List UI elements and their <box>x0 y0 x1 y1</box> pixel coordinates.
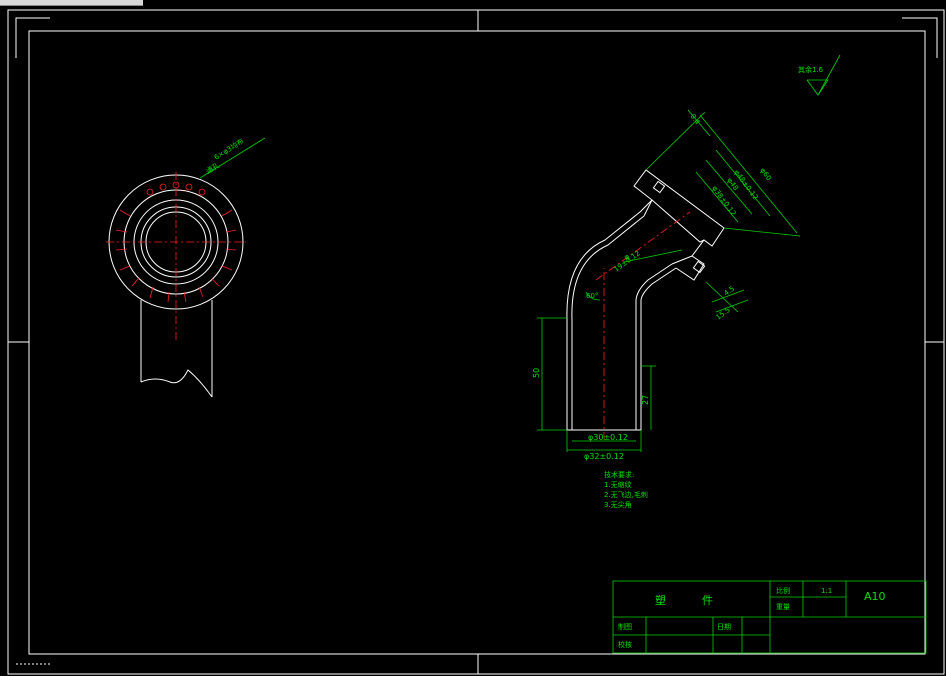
part-name-1: 塑 <box>655 593 666 607</box>
dim-flange-thk: 0.4 <box>688 112 701 126</box>
technical-requirements: 技术要求: 1.无缩纹 2.无飞边,毛刺 3.无尖角 <box>604 470 648 509</box>
dim-step2: 15.5 <box>714 306 731 322</box>
dim-step1: 4.5 <box>722 285 736 298</box>
hole-note: 通孔 <box>204 161 221 176</box>
tech-req-item: 2.无飞边,毛刺 <box>604 490 648 499</box>
drawing-number: A10 <box>864 590 886 603</box>
weight-label: 重量 <box>776 603 790 611</box>
checked-label: 校核 <box>618 640 632 649</box>
hole-callout: 6×φ3均布 <box>212 136 245 161</box>
tech-req-item: 3.无尖角 <box>604 500 632 509</box>
title-block: 塑 件 比例 1:1 重量 A10 制图 校核 日期 <box>612 580 927 654</box>
dim-bottom-inner: φ30±0.12 <box>588 433 628 442</box>
part-name-2: 件 <box>702 594 713 607</box>
end-view: 6×φ3均布 通孔 <box>106 136 266 398</box>
date-label: 日期 <box>717 623 731 631</box>
tech-req-title: 技术要求: <box>604 470 634 479</box>
tech-req-item: 1.无缩纹 <box>604 480 632 489</box>
dim-bottom-outer: φ32±0.12 <box>584 452 624 461</box>
roughness-text: 其余1.6 <box>798 65 824 74</box>
dim-lower-len: 27 <box>641 395 650 405</box>
drawing-frame <box>7 9 945 675</box>
drawn-label: 制图 <box>618 622 632 631</box>
scale-value: 1:1 <box>821 587 832 595</box>
cad-drawing-canvas[interactable]: 6×φ3均布 通孔 其余1.6 50 27 φ30±0.12 φ32±0.12 … <box>0 0 946 676</box>
dim-outer: φ60 <box>758 166 772 182</box>
dim-height: 50 <box>532 368 541 378</box>
dim-angle: 60° <box>586 292 598 300</box>
scale-label: 比例 <box>776 586 790 595</box>
surface-roughness-mark: 其余1.6 <box>798 54 841 96</box>
section-view: 50 27 φ30±0.12 φ32±0.12 60° φ60 φ48±0.12… <box>532 109 801 461</box>
